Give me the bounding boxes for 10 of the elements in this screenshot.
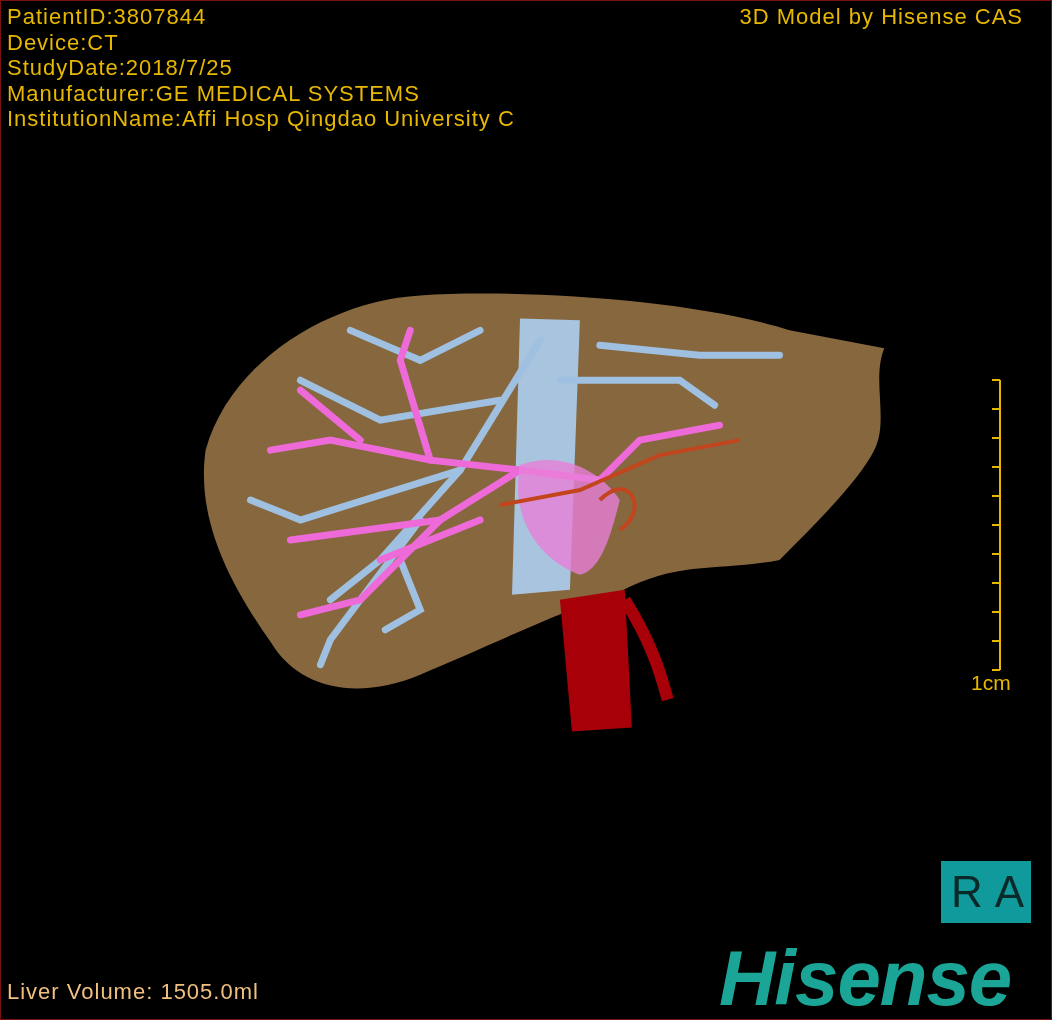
scale-label: 1cm [971, 671, 1011, 695]
study-info-text: InstitutionName:Affi Hosp Qingdao University C [7, 106, 515, 132]
logo: Hisense [719, 937, 1012, 1019]
study-info-text: Device:CT [7, 29, 120, 55]
study-info-text: StudyDate:2018/7/25 [7, 55, 234, 81]
orientation-label: RA [941, 861, 1031, 923]
study-info-text: PatientID:3807844 [7, 4, 208, 30]
study-info-text: Manufacturer:GE MEDICAL SYSTEMS [7, 80, 421, 106]
liver-volume-text: Liver Volume: 1505.0ml [7, 979, 259, 1005]
model-credit: 3D Model by Hisense CAS [739, 4, 1023, 30]
